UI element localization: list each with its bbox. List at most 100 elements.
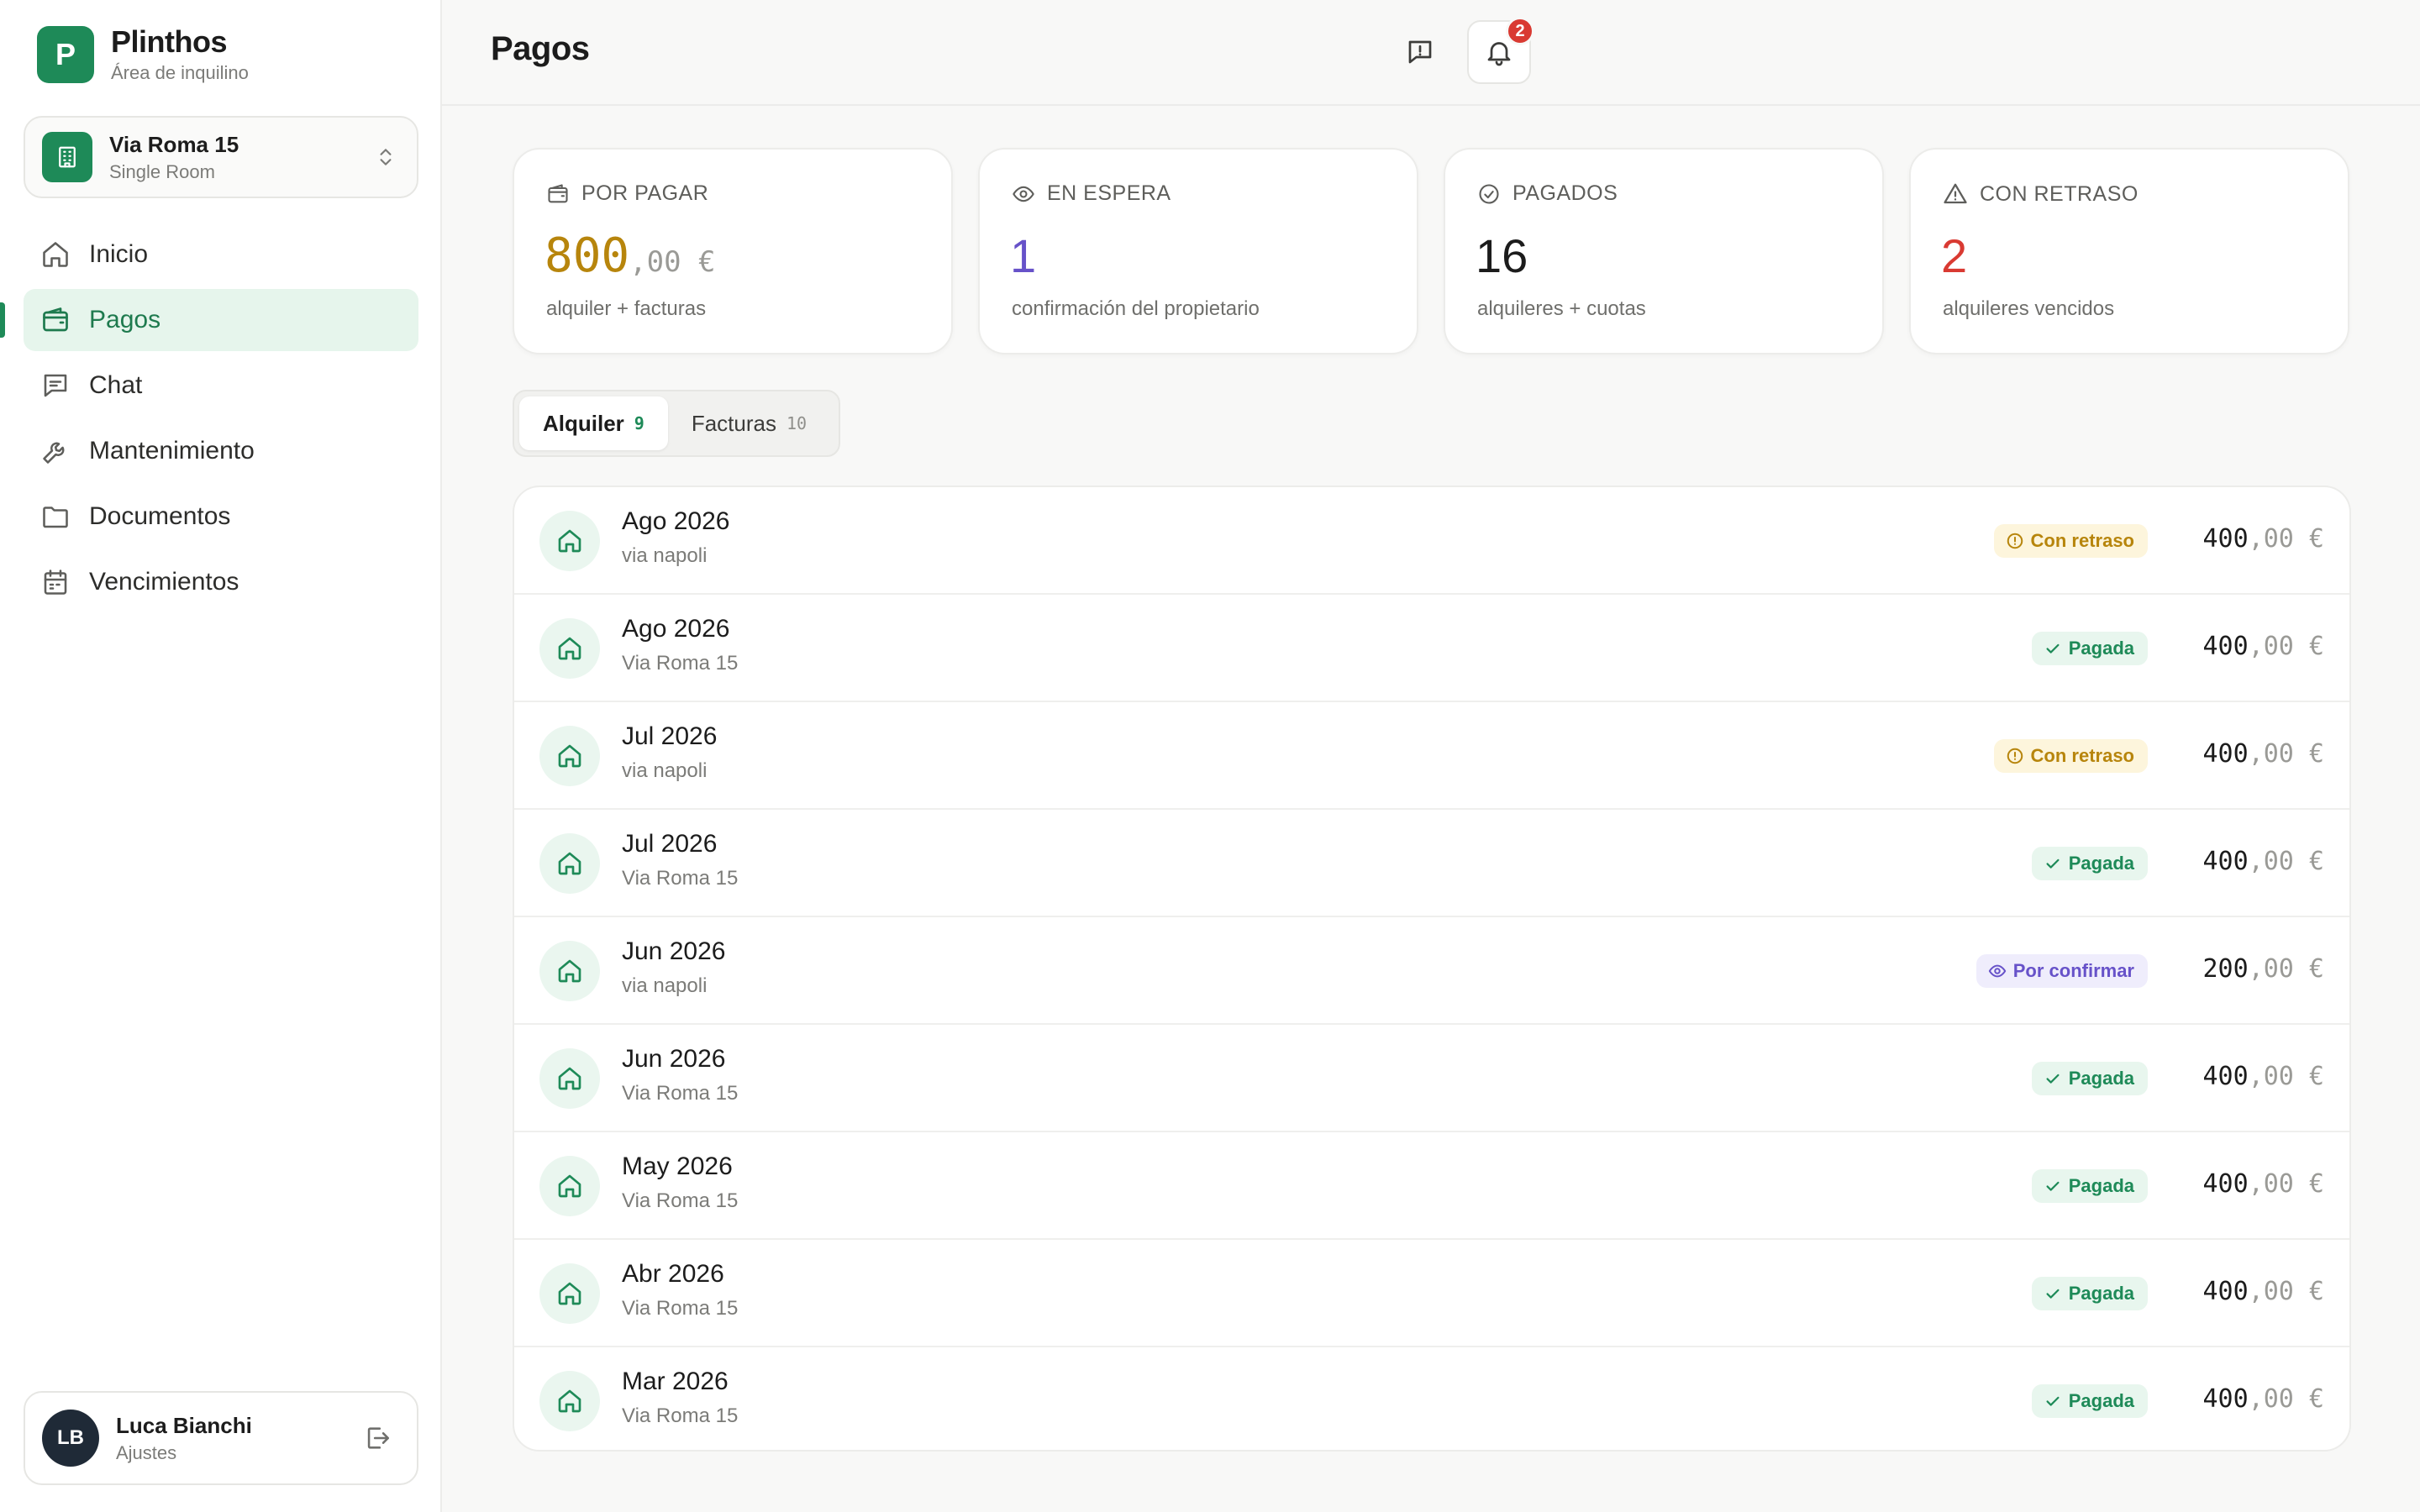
payment-tabs: Alquiler 9 Facturas 10 — [513, 390, 840, 457]
check-icon — [2044, 854, 2062, 873]
sidebar-item-label: Chat — [89, 371, 143, 399]
feedback-button[interactable] — [1388, 20, 1452, 84]
sidebar-item-mantenimiento[interactable]: Mantenimiento — [24, 420, 418, 482]
stat-card-con-retraso[interactable]: CON RETRASO 2 alquileres vencidos — [1909, 148, 2349, 354]
payment-period: Abr 2026 — [622, 1260, 724, 1288]
user-settings-link[interactable]: Ajustes — [116, 1442, 363, 1464]
stat-card-pagados[interactable]: PAGADOS 16 alquileres + cuotas — [1444, 148, 1884, 354]
home-icon — [539, 1156, 600, 1216]
payment-row[interactable]: Jul 2026 via napoli Con retraso 400,00 € — [514, 702, 2349, 810]
home-icon — [40, 239, 71, 270]
status-label: Pagada — [2068, 1175, 2134, 1196]
check-icon — [2044, 1069, 2062, 1088]
payment-amount: 400,00 € — [2202, 1062, 2325, 1091]
sidebar-item-pagos[interactable]: Pagos — [0, 289, 418, 351]
tab-facturas[interactable]: Facturas 10 — [668, 396, 830, 450]
payment-period: Mar 2026 — [622, 1368, 729, 1395]
property-name: Via Roma 15 — [109, 131, 239, 157]
tab-label: Alquiler — [543, 410, 624, 436]
payment-amount: 400,00 € — [2202, 1169, 2325, 1199]
payment-period: Jun 2026 — [622, 937, 726, 965]
payment-property: Via Roma 15 — [622, 1189, 739, 1212]
status-badge: Pagada — [2031, 632, 2148, 665]
payment-row[interactable]: Jul 2026 Via Roma 15 Pagada 400,00 € — [514, 810, 2349, 917]
payment-row[interactable]: Mar 2026 Via Roma 15 Pagada 400,00 € — [514, 1347, 2349, 1450]
payment-amount: 400,00 € — [2202, 847, 2325, 876]
payment-amount: 400,00 € — [2202, 1277, 2325, 1306]
status-label: Por confirmar — [2012, 960, 2134, 981]
payment-period: Ago 2026 — [622, 615, 730, 643]
payment-row[interactable]: May 2026 Via Roma 15 Pagada 400,00 € — [514, 1132, 2349, 1240]
check-icon — [2044, 1177, 2062, 1195]
status-label: Pagada — [2068, 1068, 2134, 1089]
tab-count: 9 — [634, 413, 644, 433]
sidebar-item-inicio[interactable]: Inicio — [24, 223, 418, 286]
payment-amount: 400,00 € — [2202, 739, 2325, 769]
payment-row[interactable]: Ago 2026 via napoli Con retraso 400,00 € — [514, 487, 2349, 595]
payment-property: Via Roma 15 — [622, 652, 739, 675]
active-indicator — [0, 302, 5, 338]
building-icon — [42, 132, 92, 182]
status-badge: Con retraso — [1993, 524, 2148, 558]
eye-icon — [1012, 182, 1035, 206]
chat-icon — [40, 370, 71, 401]
tab-alquiler[interactable]: Alquiler 9 — [519, 396, 668, 450]
notifications-button[interactable]: 2 — [1467, 17, 1534, 84]
status-badge: Pagada — [2031, 1169, 2148, 1203]
payment-property: Via Roma 15 — [622, 1082, 739, 1105]
property-type: Single Room — [109, 160, 215, 182]
payment-period: Jul 2026 — [622, 830, 718, 858]
tab-count: 10 — [786, 413, 808, 433]
chevron-up-down-icon — [375, 146, 397, 168]
stats-row: POR PAGAR 800,00 € alquiler + facturas E… — [513, 148, 2349, 354]
logout-icon[interactable] — [363, 1424, 392, 1452]
payment-row[interactable]: Jun 2026 Via Roma 15 Pagada 400,00 € — [514, 1025, 2349, 1132]
user-name: Luca Bianchi — [116, 1412, 252, 1438]
tab-label: Facturas — [691, 410, 776, 436]
payment-amount: 400,00 € — [2202, 524, 2325, 554]
stat-card-en-espera[interactable]: EN ESPERA 1 confirmación del propietario — [978, 148, 1418, 354]
stat-subtitle: confirmación del propietario — [1012, 297, 1260, 320]
status-label: Pagada — [2068, 1283, 2134, 1304]
payment-period: Jun 2026 — [622, 1045, 726, 1073]
home-icon — [539, 726, 600, 786]
check-icon — [2044, 639, 2062, 658]
stat-label: PAGADOS — [1512, 181, 1618, 205]
status-label: Pagada — [2068, 853, 2134, 874]
payment-property: via napoli — [622, 974, 708, 997]
alert-circle-icon — [2006, 532, 2024, 550]
status-label: Con retraso — [2030, 530, 2134, 551]
status-badge: Por confirmar — [1975, 954, 2148, 988]
sidebar-item-documentos[interactable]: Documentos — [24, 486, 418, 548]
stat-value: 2 — [1941, 229, 1968, 282]
payment-property: Via Roma 15 — [622, 1297, 739, 1320]
payment-period: May 2026 — [622, 1152, 733, 1180]
status-badge: Con retraso — [1993, 739, 2148, 773]
sidebar-item-chat[interactable]: Chat — [24, 354, 418, 417]
status-label: Pagada — [2068, 1390, 2134, 1411]
payment-row[interactable]: Jun 2026 via napoli Por confirmar 200,00… — [514, 917, 2349, 1025]
payment-row[interactable]: Abr 2026 Via Roma 15 Pagada 400,00 € — [514, 1240, 2349, 1347]
folder-icon — [40, 501, 71, 532]
brand-logo: P — [37, 26, 94, 83]
property-switcher[interactable]: Via Roma 15 Single Room — [24, 116, 418, 198]
stat-value: 800,00 € — [544, 228, 716, 283]
feedback-icon — [1405, 37, 1435, 67]
status-label: Pagada — [2068, 638, 2134, 659]
payments-list: Ago 2026 via napoli Con retraso 400,00 €… — [513, 486, 2351, 1452]
alert-circle-icon — [2006, 747, 2024, 765]
stat-value: 16 — [1476, 229, 1528, 282]
brand[interactable]: P Plinthos Área de inquilino — [37, 25, 249, 84]
payment-amount: 200,00 € — [2202, 954, 2325, 984]
check-icon — [2044, 1284, 2062, 1303]
payment-row[interactable]: Ago 2026 Via Roma 15 Pagada 400,00 € — [514, 595, 2349, 702]
stat-label: EN ESPERA — [1047, 181, 1171, 205]
payment-period: Jul 2026 — [622, 722, 718, 750]
home-icon — [539, 833, 600, 894]
eye-icon — [1988, 962, 2007, 980]
sidebar-item-vencimientos[interactable]: Vencimientos — [24, 551, 418, 613]
stat-card-por-pagar[interactable]: POR PAGAR 800,00 € alquiler + facturas — [513, 148, 953, 354]
user-card[interactable]: LB Luca Bianchi Ajustes — [24, 1391, 418, 1485]
payment-property: Via Roma 15 — [622, 1404, 739, 1427]
sidebar: P Plinthos Área de inquilino Via Roma 15… — [0, 0, 442, 1512]
